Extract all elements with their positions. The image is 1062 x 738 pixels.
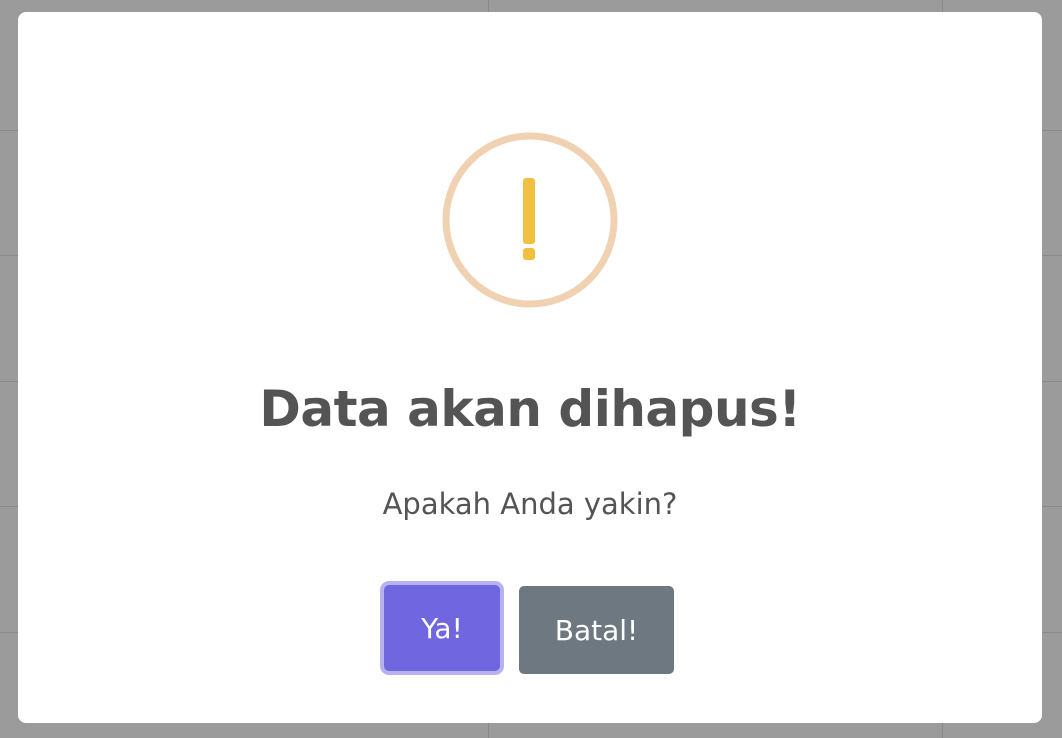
dialog-title: Data akan dihapus! <box>259 380 801 438</box>
confirm-dialog: Data akan dihapus! Apakah Anda yakin? Ya… <box>18 12 1042 723</box>
confirm-button[interactable]: Ya! <box>384 585 500 671</box>
warning-icon <box>442 132 618 308</box>
cancel-button[interactable]: Batal! <box>519 586 674 674</box>
dialog-message: Apakah Anda yakin? <box>382 487 678 521</box>
